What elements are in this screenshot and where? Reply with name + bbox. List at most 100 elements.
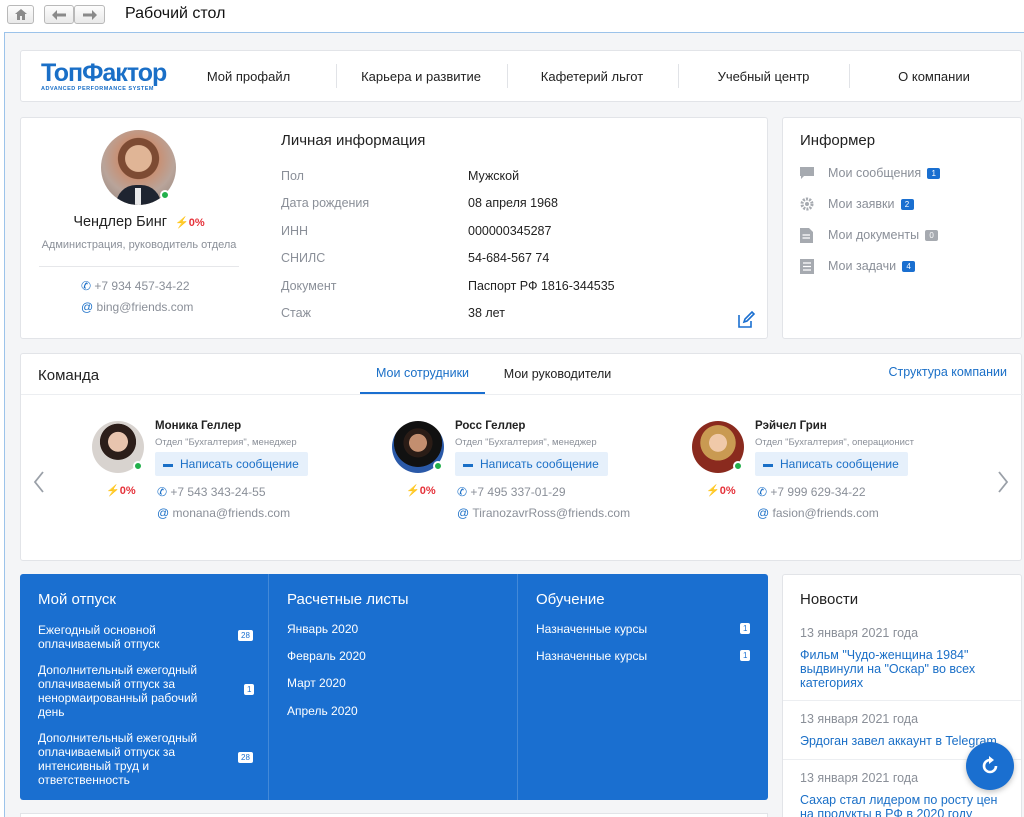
tab-my-employees[interactable]: Мои сотрудники — [360, 354, 485, 394]
vacation-count: 28 — [238, 752, 253, 763]
member-email-row[interactable]: @ fasion@friends.com — [757, 506, 879, 520]
chevron-right-icon[interactable] — [997, 471, 1009, 493]
training-title: Обучение — [536, 591, 605, 608]
home-icon — [14, 9, 27, 20]
vacation-item[interactable]: Дополнительный ежегодный оплачиваемый от… — [38, 663, 223, 719]
phone-icon: ✆ — [81, 279, 92, 293]
info-value: Паспорт РФ 1816-344535 — [468, 279, 615, 293]
member-rating: ⚡0% — [406, 485, 436, 497]
vacation-count: 1 — [244, 684, 255, 695]
online-indicator — [733, 461, 743, 471]
news-link[interactable]: Эрдоган завел аккаунт в Telegram — [800, 734, 1000, 748]
forward-button[interactable] — [74, 5, 105, 24]
informer-label: Мои задачи — [828, 259, 897, 273]
news-title: Новости — [800, 591, 859, 608]
informer-label: Мои документы — [828, 228, 920, 242]
profile-position: Администрация, руководитель отдела — [41, 239, 237, 251]
chevron-left-icon[interactable] — [33, 471, 45, 493]
write-message-button[interactable]: ▬ Написать сообщение — [155, 452, 308, 476]
training-count: 1 — [740, 650, 751, 661]
member-email: fasion@friends.com — [772, 506, 879, 520]
profile-pct: 0% — [188, 217, 205, 229]
divider — [21, 394, 1023, 395]
informer-requests[interactable]: Мои заявки 2 — [800, 196, 914, 212]
app-bar: Рабочий стол — [0, 0, 1024, 32]
vacation-item[interactable]: Ежегодный основной оплачиваемый отпуск — [38, 623, 223, 651]
informer-count: 0 — [925, 229, 939, 241]
tasks-icon — [800, 258, 814, 274]
member-phone: +7 495 337-01-29 — [470, 485, 566, 499]
member-name[interactable]: Моника Геллер — [155, 420, 241, 432]
informer-messages[interactable]: Мои сообщения 1 — [800, 165, 941, 181]
informer-documents[interactable]: Мои документы 0 — [800, 227, 939, 243]
payslip-item[interactable]: Апрель 2020 — [287, 704, 358, 718]
workspace: ТопФактор ADVANCED PERFORMANCE SYSTEM Мо… — [4, 32, 1024, 817]
nav-cafeteria[interactable]: Кафетерий льгот — [507, 51, 677, 101]
info-label: СНИЛС — [281, 251, 326, 265]
informer-count: 4 — [902, 260, 916, 272]
company-structure-link[interactable]: Структура компании — [888, 365, 1007, 379]
member-phone: +7 543 343-24-55 — [170, 485, 266, 499]
back-button[interactable] — [44, 5, 74, 24]
vacation-item[interactable]: Дополнительный ежегодный оплачиваемый от… — [38, 731, 223, 787]
team-member-card: ⚡0% Рэйчел Грин Отдел "Бухгалтерия", опе… — [691, 418, 981, 538]
informer-card: Информер Мои сообщения 1 Мои заявки 2 Мо… — [782, 117, 1022, 339]
at-icon: @ — [757, 506, 770, 520]
write-message-button[interactable]: ▬ Написать сообщение — [455, 452, 608, 476]
info-value: 08 апреля 1968 — [468, 196, 558, 210]
profile-email-row[interactable]: @ bing@friends.com — [81, 300, 193, 314]
payslip-item[interactable]: Январь 2020 — [287, 622, 358, 636]
home-button[interactable] — [7, 5, 34, 24]
news-link[interactable]: Сахар стал лидером по росту цен на проду… — [800, 793, 1005, 817]
team-member-card: ⚡0% Моника Геллер Отдел "Бухгалтерия", м… — [91, 418, 381, 538]
vacation-section: Мой отпуск Ежегодный основной оплачиваем… — [20, 574, 269, 800]
member-name[interactable]: Рэйчел Грин — [755, 420, 827, 432]
topfactor-logo[interactable]: ТопФактор ADVANCED PERFORMANCE SYSTEM — [41, 59, 167, 92]
training-count: 1 — [740, 623, 751, 634]
at-icon: @ — [81, 300, 94, 314]
member-pct: 0% — [419, 485, 436, 497]
edit-icon[interactable] — [736, 310, 756, 330]
profile-phone-row[interactable]: ✆ +7 934 457-34-22 — [81, 279, 190, 293]
tab-my-managers[interactable]: Мои руководители — [485, 354, 630, 394]
news-link[interactable]: Фильм "Чудо-женщина 1984" выдвинули на "… — [800, 648, 1000, 690]
info-value: 38 лет — [468, 306, 505, 320]
nav-about[interactable]: О компании — [849, 51, 1019, 101]
payslips-section: Расчетные листы Январь 2020 Февраль 2020… — [269, 574, 518, 800]
member-phone-row[interactable]: ✆ +7 999 629-34-22 — [757, 485, 866, 499]
divider — [783, 700, 1021, 701]
member-phone-row[interactable]: ✆ +7 495 337-01-29 — [457, 485, 566, 499]
info-value: 000000345287 — [468, 224, 552, 238]
training-item[interactable]: Назначенные курсы — [536, 649, 647, 663]
message-icon — [800, 166, 814, 179]
write-message-button[interactable]: ▬ Написать сообщение — [755, 452, 908, 476]
phone-icon: ✆ — [457, 485, 468, 499]
payslip-item[interactable]: Март 2020 — [287, 676, 346, 690]
informer-title: Информер — [800, 132, 876, 149]
nav-training-center[interactable]: Учебный центр — [678, 51, 849, 101]
informer-tasks[interactable]: Мои задачи 4 — [800, 258, 916, 274]
window-title: Рабочий стол — [125, 5, 226, 22]
member-role: Отдел "Бухгалтерия", операционист — [755, 437, 914, 448]
member-email-row[interactable]: @ TiranozavrRoss@friends.com — [457, 506, 630, 520]
member-email: monana@friends.com — [172, 506, 291, 520]
training-item[interactable]: Назначенные курсы — [536, 622, 647, 636]
refresh-button[interactable] — [966, 742, 1014, 790]
refresh-icon — [982, 756, 998, 774]
member-email-row[interactable]: @ monana@friends.com — [157, 506, 290, 520]
vacation-title: Мой отпуск — [38, 591, 116, 608]
payslip-item[interactable]: Февраль 2020 — [287, 649, 366, 663]
profile-card: Чендлер Бинг ⚡0% Администрация, руководи… — [20, 117, 768, 339]
phone-icon: ✆ — [757, 485, 768, 499]
at-icon: @ — [457, 506, 470, 520]
member-name[interactable]: Росс Геллер — [455, 420, 525, 432]
arrow-left-icon — [52, 9, 66, 20]
team-member-card: ⚡0% Росс Геллер Отдел "Бухгалтерия", мен… — [391, 418, 691, 538]
logo-text: ТопФактор — [41, 59, 167, 87]
member-role: Отдел "Бухгалтерия", менеджер — [155, 437, 297, 448]
nav-my-profile[interactable]: Мой профайл — [161, 51, 336, 101]
informer-label: Мои сообщения — [828, 166, 922, 180]
top-nav: ТопФактор ADVANCED PERFORMANCE SYSTEM Мо… — [20, 50, 1022, 102]
member-phone-row[interactable]: ✆ +7 543 343-24-55 — [157, 485, 266, 499]
nav-career[interactable]: Карьера и развитие — [336, 51, 506, 101]
